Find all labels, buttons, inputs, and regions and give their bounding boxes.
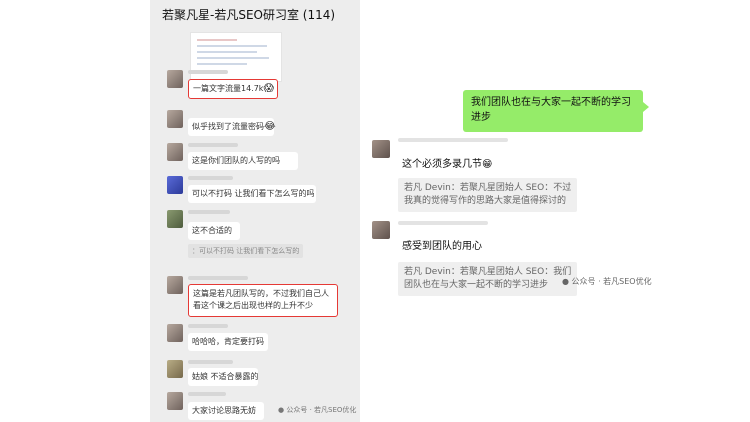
- message-text: 我们团队也在与大家一起不断的学习进步: [471, 97, 631, 123]
- avatar[interactable]: [372, 221, 390, 239]
- emoji-icon: 😂: [264, 121, 276, 132]
- message-bubble: 姑娘 不适合暴露的: [188, 368, 259, 386]
- message-bubble: 可以不打码 让我们看下怎么写的吗: [188, 185, 316, 203]
- quoted-message: 若凡 Devin：若聚凡星团始人 SEO：我们 团队也在与大家一起不断的学习进步: [398, 262, 578, 296]
- message-bubble: 这篇是若凡团队写的，不过我们自己人 看这个课之后出现也样的上升不少: [188, 284, 338, 317]
- message-text: 这篇是若凡团队写的，不过我们自己人: [193, 289, 329, 298]
- message-text: 这是你们团队的人写的吗: [192, 156, 280, 165]
- message-text: 姑娘 不适合暴露的: [192, 372, 259, 381]
- message-bubble: 大家讨论思路无妨: [188, 402, 264, 420]
- blurred-sender-name: [188, 176, 233, 180]
- quoted-message: ：可以不打码 让我们看下怎么写的: [188, 244, 304, 258]
- message-text: 感受到团队的用心: [402, 241, 482, 252]
- message-text: 可以不打码 让我们看下怎么写的吗: [192, 189, 315, 198]
- avatar[interactable]: [167, 176, 183, 194]
- emoji-icon: 😱: [263, 83, 274, 94]
- watermark: ● 公众号 · 若凡SEO优化: [278, 406, 357, 414]
- blurred-sender-name: [188, 324, 228, 328]
- group-chat-screenshot-right: 我们团队也在与大家一起不断的学习进步 这个必须多录几节😁 若凡 Devin：若聚…: [360, 80, 652, 296]
- blurred-sender-name: [188, 143, 238, 147]
- message-text: 哈哈哈，肯定要打码: [192, 337, 264, 346]
- avatar[interactable]: [167, 143, 183, 161]
- blurred-sender-name: [188, 392, 226, 396]
- message-bubble: 似乎找到了流量密码😂: [188, 118, 276, 136]
- chat-title: 若聚凡星-若凡SEO研习室 (114): [162, 8, 336, 22]
- message-text: 大家讨论思路无妨: [192, 406, 256, 415]
- message-text: 看这个课之后出现也样的上升不少: [193, 301, 313, 310]
- quoted-message: 若凡 Devin：若聚凡星团始人 SEO：不过 我真的觉得写作的思路大家是值得探…: [398, 178, 578, 212]
- avatar[interactable]: [167, 210, 183, 228]
- message-text: 一篇文字流量14.7k: [193, 84, 264, 93]
- blurred-sender-name: [188, 210, 230, 214]
- avatar[interactable]: [167, 110, 183, 128]
- message-bubble: 这是你们团队的人写的吗: [188, 152, 298, 170]
- blurred-sender-name: [398, 221, 488, 225]
- blurred-sender-name: [398, 138, 508, 142]
- avatar[interactable]: [167, 392, 183, 410]
- blurred-sender-name: [188, 70, 228, 74]
- emoji-icon: 😁: [482, 159, 493, 170]
- blurred-sender-name: [188, 276, 248, 280]
- avatar[interactable]: [167, 324, 183, 342]
- group-chat-screenshot-left: 若聚凡星-若凡SEO研习室 (114) 一篇文字流量14.7k😱 似乎找到了流量…: [150, 0, 360, 422]
- blurred-sender-name: [188, 360, 233, 364]
- message-text: 似乎找到了流量密码: [192, 122, 264, 131]
- wechat-icon: ●: [278, 406, 285, 414]
- message-bubble: 哈哈哈，肯定要打码: [188, 333, 268, 351]
- watermark: ● 公众号 · 若凡SEO优化: [562, 277, 652, 286]
- avatar[interactable]: [167, 360, 183, 378]
- message-bubble: 这不合适的: [188, 222, 240, 240]
- own-message-bubble: 我们团队也在与大家一起不断的学习进步: [463, 90, 649, 132]
- avatar[interactable]: [167, 70, 183, 88]
- article-preview-image[interactable]: [190, 32, 282, 82]
- avatar[interactable]: [372, 140, 390, 158]
- message-text: 这不合适的: [192, 226, 232, 235]
- message-bubble: 一篇文字流量14.7k😱: [188, 79, 278, 99]
- wechat-icon: ●: [562, 277, 569, 286]
- message-text: 这个必须多录几节😁: [402, 159, 493, 170]
- avatar[interactable]: [167, 276, 183, 294]
